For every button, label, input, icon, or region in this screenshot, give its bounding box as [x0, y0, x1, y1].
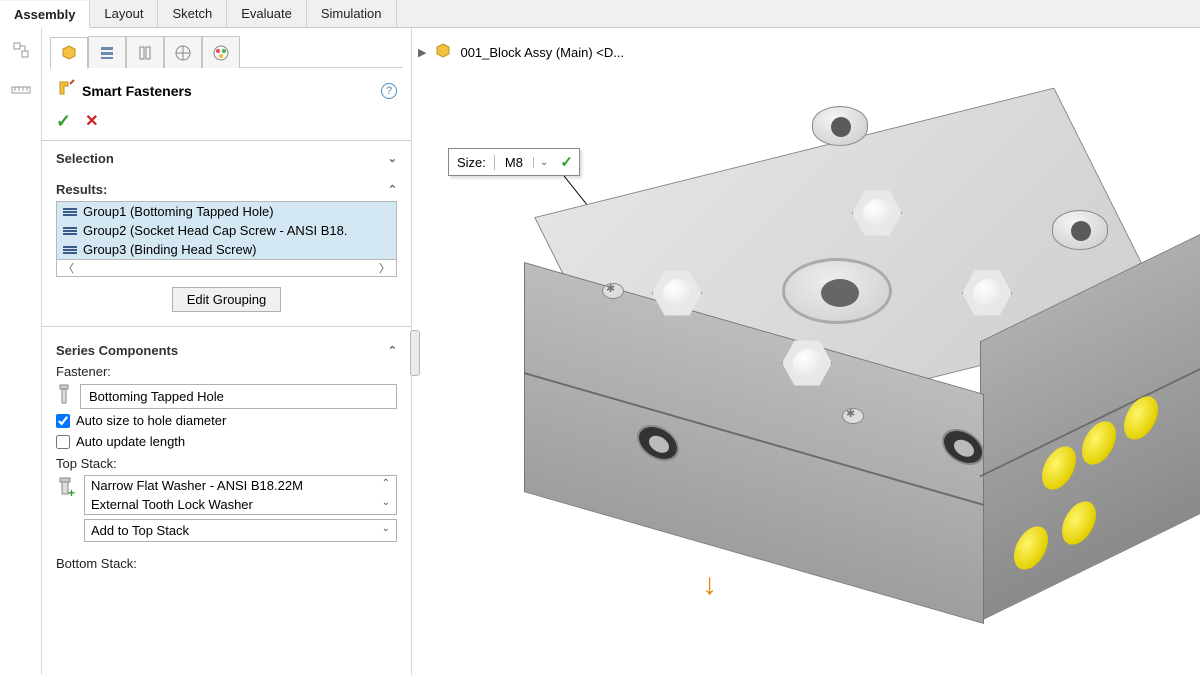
ptab-dimxpert[interactable] [164, 36, 202, 68]
stack-item-label: External Tooth Lock Washer [91, 497, 253, 512]
tab-layout[interactable]: Layout [90, 0, 158, 27]
chevron-down-icon: ⌄ [388, 152, 397, 165]
ptab-appearance[interactable] [202, 36, 240, 68]
results-row-label: Group1 (Bottoming Tapped Hole) [83, 204, 274, 219]
up-arrow-icon[interactable]: ⌃ [382, 478, 390, 493]
ruler-icon[interactable] [11, 83, 31, 102]
panel-splitter[interactable] [410, 330, 420, 376]
add-top-stack-select[interactable]: Add to Top Stack ⌄ [84, 519, 397, 542]
stack-item-label: Narrow Flat Washer - ANSI B18.22M [91, 478, 303, 493]
selection-label: Selection [56, 151, 114, 166]
group-icon [63, 227, 77, 235]
ok-cancel-row: ✓ ✕ [42, 109, 411, 141]
bottom-stack-label: Bottom Stack: [56, 552, 397, 573]
stack-item[interactable]: Narrow Flat Washer - ANSI B18.22M ⌃ [85, 476, 396, 495]
gravity-arrow-icon: ↓ [702, 568, 717, 602]
results-list[interactable]: Group1 (Bottoming Tapped Hole) Group2 (S… [56, 201, 397, 260]
auto-size-label: Auto size to hole diameter [76, 413, 226, 428]
ptab-property-manager[interactable] [88, 36, 126, 68]
selection-section-header[interactable]: Selection ⌄ [56, 149, 397, 168]
ptab-config-manager[interactable] [126, 36, 164, 68]
screw-icon [56, 383, 72, 410]
add-top-stack-label: Add to Top Stack [91, 523, 189, 538]
auto-update-checkbox[interactable] [56, 435, 70, 449]
series-label: Series Components [56, 343, 178, 358]
tab-simulation[interactable]: Simulation [307, 0, 397, 27]
fastener-label: Fastener: [56, 360, 397, 381]
cancel-button[interactable]: ✕ [85, 111, 98, 132]
ok-button[interactable]: ✓ [56, 111, 71, 132]
stack-item[interactable]: External Tooth Lock Washer ⌄ [85, 495, 396, 514]
assembly-cube-icon [434, 42, 452, 63]
help-icon[interactable]: ? [381, 83, 397, 99]
breadcrumb-expand-icon[interactable]: ▶ [418, 46, 426, 59]
top-stack-list[interactable]: Narrow Flat Washer - ANSI B18.22M ⌃ Exter… [84, 475, 397, 515]
auto-update-label: Auto update length [76, 434, 185, 449]
left-rail [0, 28, 42, 675]
edit-grouping-button[interactable]: Edit Grouping [172, 287, 282, 312]
graphics-viewport[interactable]: ▶ 001_Block Assy (Main) <D... Size: M8 ⌄… [412, 28, 1200, 675]
down-arrow-icon[interactable]: ⌄ [382, 497, 390, 512]
fastener-input[interactable] [80, 384, 397, 409]
auto-update-checkbox-row[interactable]: Auto update length [56, 431, 397, 452]
property-panel: Smart Fasteners ? ✓ ✕ Selection ⌄ Result… [42, 28, 412, 675]
scroll-left-icon[interactable]: 〈 [63, 260, 74, 276]
panel-tabs [50, 36, 403, 68]
top-tabbar: Assembly Layout Sketch Evaluate Simulati… [0, 0, 1200, 28]
results-row-label: Group3 (Binding Head Screw) [83, 242, 256, 257]
tree-expand-icon[interactable] [11, 40, 31, 65]
panel-header: Smart Fasteners ? [42, 68, 411, 109]
tab-evaluate[interactable]: Evaluate [227, 0, 307, 27]
results-row[interactable]: Group3 (Binding Head Screw) [57, 240, 396, 259]
results-label: Results: [56, 182, 107, 197]
tab-assembly[interactable]: Assembly [0, 1, 90, 28]
auto-size-checkbox-row[interactable]: Auto size to hole diameter [56, 410, 397, 431]
breadcrumb[interactable]: ▶ 001_Block Assy (Main) <D... [418, 42, 624, 63]
tab-sketch[interactable]: Sketch [158, 0, 227, 27]
add-stack-icon[interactable]: + [56, 475, 76, 504]
ptab-feature-manager[interactable] [50, 37, 88, 69]
top-stack-label: Top Stack: [56, 452, 397, 473]
breadcrumb-text[interactable]: 001_Block Assy (Main) <D... [460, 45, 624, 60]
results-row[interactable]: Group1 (Bottoming Tapped Hole) [57, 202, 396, 221]
results-section-header[interactable]: Results: ⌃ [56, 180, 397, 199]
group-icon [63, 208, 77, 216]
chevron-up-icon: ⌃ [388, 344, 397, 357]
series-section-header[interactable]: Series Components ⌃ [56, 341, 397, 360]
group-icon [63, 246, 77, 254]
auto-size-checkbox[interactable] [56, 414, 70, 428]
chevron-down-icon: ⌄ [382, 523, 390, 538]
results-row-label: Group2 (Socket Head Cap Screw - ANSI B18… [83, 223, 347, 238]
model-render: ↓ [472, 78, 1172, 638]
results-hscroll[interactable]: 〈〉 [56, 260, 397, 277]
results-row[interactable]: Group2 (Socket Head Cap Screw - ANSI B18… [57, 221, 396, 240]
scroll-right-icon[interactable]: 〉 [379, 260, 390, 276]
svg-text:+: + [68, 486, 75, 499]
chevron-up-icon: ⌃ [388, 183, 397, 196]
smart-fastener-icon [56, 78, 76, 103]
panel-title: Smart Fasteners [82, 83, 192, 99]
